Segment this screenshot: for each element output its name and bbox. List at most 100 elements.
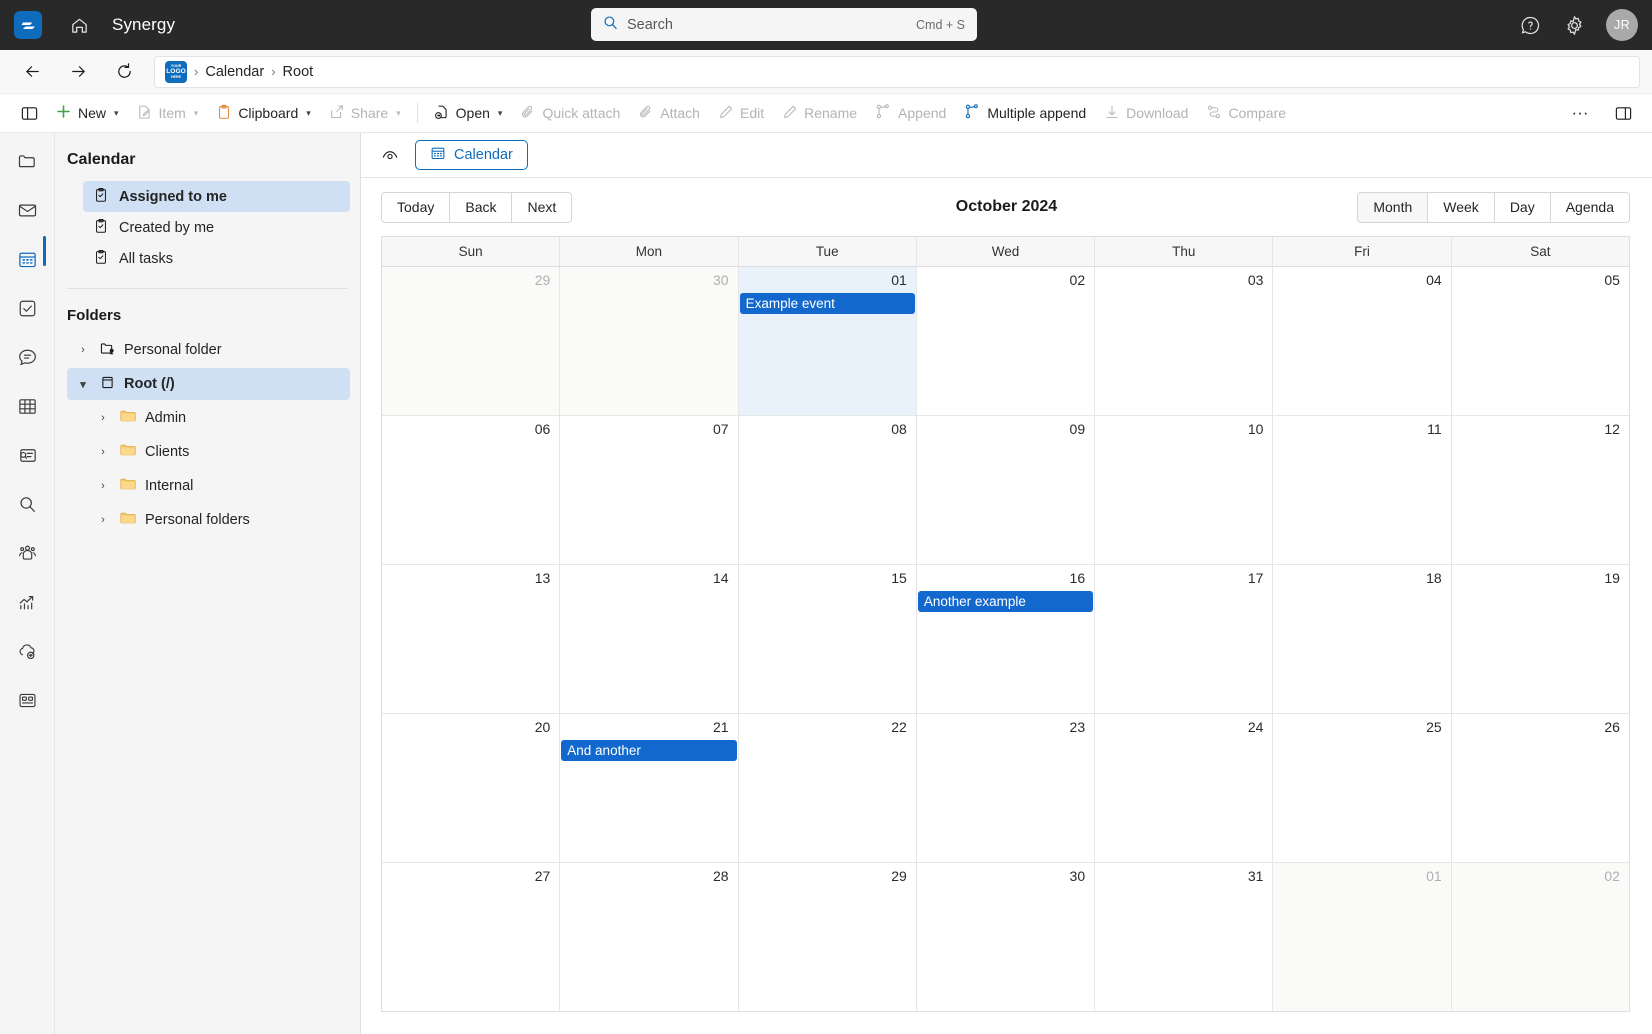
rename-button[interactable]: Rename: [773, 98, 866, 128]
open-button[interactable]: Open ▾: [425, 98, 512, 128]
rail-item-mail[interactable]: [12, 198, 42, 222]
rail-item-people[interactable]: [12, 541, 42, 565]
home-icon[interactable]: [68, 14, 90, 36]
calendar-day-cell[interactable]: 27: [382, 863, 561, 1011]
forward-button[interactable]: [58, 52, 98, 92]
calendar-day-cell[interactable]: 02: [917, 267, 1096, 415]
rail-item-search[interactable]: [12, 492, 42, 516]
view-month-button[interactable]: Month: [1357, 191, 1429, 223]
calendar-day-cell[interactable]: 18: [1273, 565, 1452, 713]
append-button[interactable]: Append: [866, 98, 955, 128]
calendar-day-cell[interactable]: 31: [1095, 863, 1274, 1011]
calendar-day-cell[interactable]: 13: [382, 565, 561, 713]
rail-item-table[interactable]: [12, 394, 42, 418]
sidebar-item-created-by-me[interactable]: Created by me: [83, 212, 350, 243]
search-input[interactable]: [627, 16, 917, 33]
calendar-day-cell[interactable]: 10: [1095, 416, 1274, 564]
more-options-button[interactable]: ···: [1564, 98, 1596, 128]
rail-item-search-document[interactable]: [12, 443, 42, 467]
search-bar[interactable]: Cmd + S: [591, 8, 977, 41]
tree-item-personal-folders[interactable]: › Personal folders: [87, 504, 350, 536]
share-button[interactable]: Share ▾: [320, 98, 410, 128]
sidebar-item-all-tasks[interactable]: All tasks: [83, 243, 350, 274]
calendar-day-cell[interactable]: 21 And another: [560, 714, 739, 862]
calendar-day-cell[interactable]: 05: [1452, 267, 1629, 415]
calendar-day-cell[interactable]: 08: [739, 416, 917, 564]
tab-calendar[interactable]: Calendar: [415, 140, 528, 170]
left-panel-icon[interactable]: [12, 98, 46, 128]
calendar-day-cell[interactable]: 02: [1451, 863, 1629, 1011]
calendar-day-cell[interactable]: 09: [917, 416, 1096, 564]
rail-item-calendar[interactable]: [12, 247, 42, 271]
rail-item-tasks[interactable]: [12, 296, 42, 320]
calendar-day-cell[interactable]: 25: [1273, 714, 1452, 862]
calendar-day-cell[interactable]: 01: [1273, 863, 1452, 1011]
calendar-day-cell[interactable]: 15: [739, 565, 917, 713]
new-button[interactable]: New ▾: [46, 98, 128, 128]
next-button[interactable]: Next: [512, 191, 573, 223]
calendar-day-cell[interactable]: 14: [560, 565, 739, 713]
calendar-day-cell[interactable]: 17: [1095, 565, 1274, 713]
breadcrumb-item-root[interactable]: Root: [283, 64, 314, 80]
calendar-day-cell[interactable]: 12: [1452, 416, 1629, 564]
calendar-event[interactable]: Example event: [739, 293, 915, 314]
view-day-button[interactable]: Day: [1494, 191, 1551, 223]
avatar[interactable]: JR: [1606, 9, 1638, 41]
calendar-day-cell[interactable]: 07: [560, 416, 739, 564]
edit-button[interactable]: Edit: [709, 98, 773, 128]
calendar-day-cell[interactable]: 23: [917, 714, 1096, 862]
tree-item-clients[interactable]: › Clients: [87, 436, 350, 468]
back-button[interactable]: Back: [450, 191, 513, 223]
tree-item-personal-folder[interactable]: › Personal folder: [67, 334, 350, 366]
eye-icon[interactable]: [377, 142, 403, 168]
calendar-day-cell[interactable]: 30: [917, 863, 1096, 1011]
tree-item-root[interactable]: ▾ Root (/): [67, 368, 350, 400]
rail-item-dashboard[interactable]: [12, 688, 42, 712]
tree-item-internal[interactable]: › Internal: [87, 470, 350, 502]
help-icon[interactable]: [1518, 13, 1542, 37]
view-agenda-button[interactable]: Agenda: [1550, 191, 1630, 223]
chevron-right-icon[interactable]: ›: [75, 344, 91, 356]
calendar-event[interactable]: Another example: [917, 591, 1094, 612]
calendar-day-cell[interactable]: 28: [560, 863, 739, 1011]
view-week-button[interactable]: Week: [1428, 191, 1495, 223]
chevron-right-icon[interactable]: ›: [95, 446, 111, 458]
calendar-day-cell[interactable]: 26: [1452, 714, 1629, 862]
breadcrumb[interactable]: YOUR LOGO HERE › Calendar › Root: [154, 55, 1640, 88]
calendar-day-cell[interactable]: 19: [1452, 565, 1629, 713]
sidebar-item-assigned-to-me[interactable]: Assigned to me: [83, 181, 350, 212]
multiple-append-button[interactable]: Multiple append: [955, 98, 1095, 128]
calendar-day-cell[interactable]: 16 Another example: [917, 565, 1096, 713]
calendar-day-cell[interactable]: 11: [1273, 416, 1452, 564]
calendar-day-cell[interactable]: 06: [382, 416, 561, 564]
rail-item-folder[interactable]: [12, 149, 42, 173]
chevron-right-icon[interactable]: ›: [95, 480, 111, 492]
rail-item-comments[interactable]: [12, 345, 42, 369]
clipboard-button[interactable]: Clipboard ▾: [207, 98, 319, 128]
chevron-right-icon[interactable]: ›: [95, 412, 111, 424]
calendar-day-cell[interactable]: 29: [739, 863, 917, 1011]
breadcrumb-item-calendar[interactable]: Calendar: [205, 64, 264, 80]
gear-icon[interactable]: [1562, 13, 1586, 37]
download-button[interactable]: Download: [1095, 98, 1197, 128]
compare-button[interactable]: Compare: [1197, 98, 1295, 128]
calendar-day-cell[interactable]: 03: [1095, 267, 1274, 415]
chevron-down-icon[interactable]: ▾: [75, 378, 91, 391]
synergy-logo-icon[interactable]: [14, 11, 42, 39]
chevron-right-icon[interactable]: ›: [95, 514, 111, 526]
calendar-day-cell[interactable]: 04: [1273, 267, 1452, 415]
calendar-day-cell[interactable]: 20: [382, 714, 561, 862]
calendar-day-cell[interactable]: 30: [560, 267, 739, 415]
rail-item-analytics[interactable]: [12, 590, 42, 614]
calendar-event[interactable]: And another: [561, 740, 737, 761]
right-panel-icon[interactable]: [1606, 98, 1640, 128]
calendar-day-cell[interactable]: 24: [1095, 714, 1274, 862]
calendar-day-cell[interactable]: 22: [739, 714, 917, 862]
calendar-day-cell[interactable]: 01 Example event: [738, 267, 917, 415]
quick-attach-button[interactable]: Quick attach: [511, 98, 629, 128]
tree-item-admin[interactable]: › Admin: [87, 402, 350, 434]
attach-button[interactable]: Attach: [629, 98, 709, 128]
rail-item-cloud-sync[interactable]: [12, 639, 42, 663]
item-button[interactable]: Item ▾: [128, 98, 208, 128]
calendar-day-cell[interactable]: 29: [382, 267, 561, 415]
